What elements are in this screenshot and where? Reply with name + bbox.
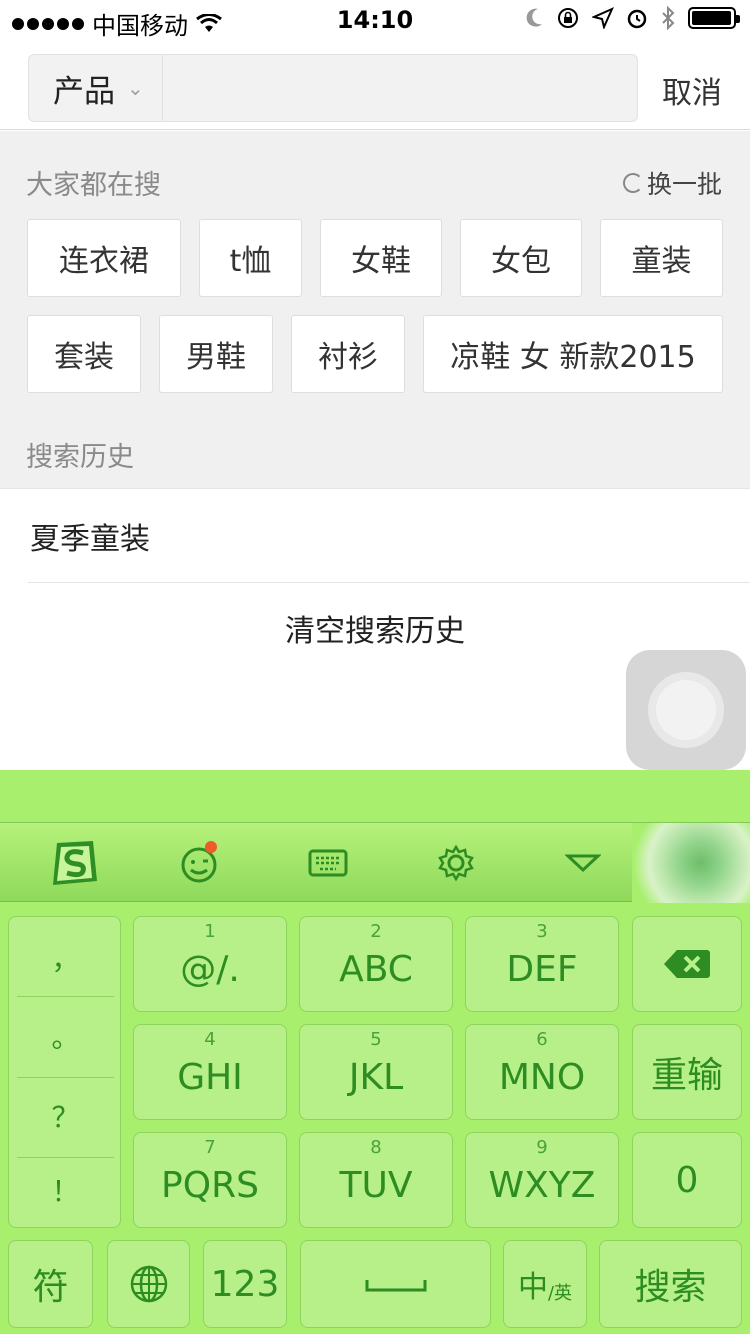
punct-key[interactable]: ， xyxy=(17,919,114,997)
key-9[interactable]: 9 WXYZ xyxy=(465,1132,619,1228)
hot-tag[interactable]: t恤 xyxy=(199,219,302,297)
assistive-touch-button[interactable] xyxy=(626,650,746,770)
backspace-icon xyxy=(664,950,710,978)
space-key[interactable] xyxy=(300,1240,491,1328)
skin-image xyxy=(632,823,750,903)
hot-tag[interactable]: 女鞋 xyxy=(320,219,442,297)
battery-icon xyxy=(688,7,740,29)
key-8[interactable]: 8 TUV xyxy=(299,1132,453,1228)
key-6[interactable]: 6 MNO xyxy=(465,1024,619,1120)
status-bar: 中国移动 14:10 xyxy=(0,0,750,40)
key-7[interactable]: 7 PQRS xyxy=(133,1132,287,1228)
zero-key[interactable]: 0 xyxy=(632,1132,742,1228)
hot-tag[interactable]: 套装 xyxy=(27,315,141,393)
hot-search-title: 大家都在搜 xyxy=(26,170,161,201)
sogou-logo-icon[interactable] xyxy=(44,839,104,887)
punctuation-column: ， 。 ？ ！ xyxy=(8,916,121,1228)
location-icon xyxy=(592,7,614,29)
refresh-label: 换一批 xyxy=(646,170,722,199)
reinput-key[interactable]: 重输 xyxy=(632,1024,742,1120)
hot-tag[interactable]: 童装 xyxy=(600,219,723,297)
punct-key[interactable]: ？ xyxy=(17,1077,114,1155)
history-item[interactable]: 夏季童装 xyxy=(28,488,750,583)
status-icons xyxy=(524,6,740,30)
history-title: 搜索历史 xyxy=(26,442,134,473)
keyboard: ， 。 ？ ！ 1 @/. 2 ABC 3 DEF 4 GHI 5 JKL 6 … xyxy=(0,770,750,1334)
refresh-button[interactable]: 换一批 xyxy=(622,165,722,201)
search-header: 产品 ⌄ 取消 xyxy=(0,40,750,130)
hot-tag[interactable]: 男鞋 xyxy=(159,315,273,393)
punct-key[interactable]: ！ xyxy=(17,1151,114,1229)
cn-en-switch-key[interactable]: 中 /英 xyxy=(503,1240,587,1328)
bluetooth-icon xyxy=(662,6,675,30)
number-key[interactable]: 123 xyxy=(203,1240,287,1328)
category-label: 产品 xyxy=(53,73,115,110)
key-2[interactable]: 2 ABC xyxy=(299,916,453,1012)
key-1[interactable]: 1 @/. xyxy=(133,916,287,1012)
alarm-icon xyxy=(627,9,647,29)
chevron-down-icon: ⌄ xyxy=(127,76,144,100)
moon-icon xyxy=(526,8,542,27)
rotation-lock-icon xyxy=(558,8,578,28)
backspace-key[interactable] xyxy=(632,916,742,1012)
key-5[interactable]: 5 JKL xyxy=(299,1024,453,1120)
category-dropdown[interactable]: 产品 ⌄ xyxy=(29,55,163,121)
language-globe-key[interactable] xyxy=(107,1240,190,1328)
keyboard-icon[interactable] xyxy=(306,839,350,887)
search-input[interactable] xyxy=(162,55,637,121)
hot-search-section: 大家都在搜 换一批 连衣裙 t恤 女鞋 女包 童装 套装 男鞋 衬衫 凉鞋 女 … xyxy=(0,131,750,488)
refresh-icon xyxy=(622,173,643,193)
search-key[interactable]: 搜索 xyxy=(599,1240,742,1328)
punct-key[interactable]: 。 xyxy=(17,997,114,1075)
key-3[interactable]: 3 DEF xyxy=(465,916,619,1012)
settings-gear-icon[interactable] xyxy=(436,839,476,887)
symbol-key[interactable]: 符 xyxy=(8,1240,93,1328)
hot-tag[interactable]: 女包 xyxy=(460,219,582,297)
cancel-button[interactable]: 取消 xyxy=(662,68,722,112)
key-4[interactable]: 4 GHI xyxy=(133,1024,287,1120)
search-box: 产品 ⌄ xyxy=(28,54,638,122)
hot-tag[interactable]: 衬衫 xyxy=(291,315,405,393)
emoji-icon[interactable] xyxy=(178,839,222,887)
keyboard-toolbar xyxy=(0,822,750,903)
hide-keyboard-icon[interactable] xyxy=(563,839,603,887)
globe-icon xyxy=(130,1265,167,1303)
hot-tag[interactable]: 凉鞋 女 新款2015 xyxy=(423,315,723,393)
space-icon xyxy=(365,1280,426,1292)
hot-tag[interactable]: 连衣裙 xyxy=(27,219,181,297)
clear-history-button[interactable]: 清空搜索历史 xyxy=(0,606,750,650)
